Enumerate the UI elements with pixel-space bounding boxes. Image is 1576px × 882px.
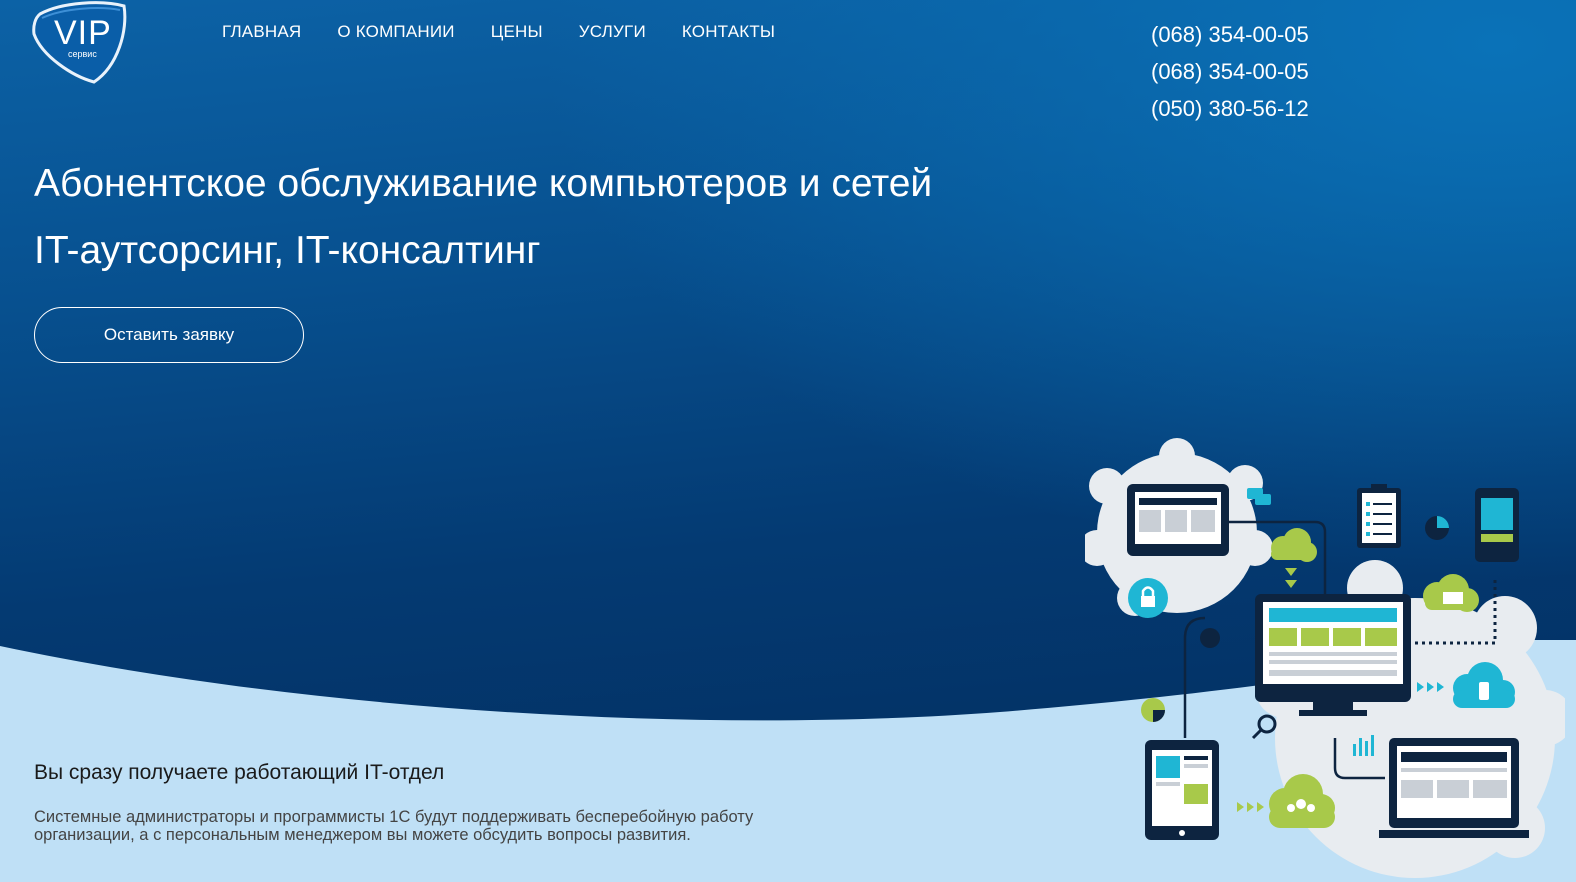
monitor-icon [1127, 484, 1229, 556]
mail-icon [1423, 574, 1479, 612]
clipboard-icon [1357, 484, 1401, 548]
chart-icon [1141, 698, 1165, 722]
laptop-icon [1379, 738, 1529, 838]
lock-icon [1128, 578, 1168, 618]
hero-title: Абонентское обслуживание компьютеров и с… [34, 162, 933, 205]
phone-number[interactable]: (068) 354-00-05 [1151, 57, 1309, 94]
phone-list: (068) 354-00-05 (068) 354-00-05 (050) 38… [1151, 20, 1309, 131]
phone-number[interactable]: (068) 354-00-05 [1151, 20, 1309, 57]
nav-link-contacts[interactable]: КОНТАКТЫ [682, 22, 775, 42]
phone-number[interactable]: (050) 380-56-12 [1151, 94, 1309, 131]
request-button[interactable]: Оставить заявку [34, 307, 304, 363]
nav-link-services[interactable]: УСЛУГИ [579, 22, 646, 42]
tablet-icon [1145, 740, 1219, 840]
benefit-text: Системные администраторы и программисты … [34, 808, 754, 844]
chart-icon [1425, 516, 1449, 540]
cloud-icon [1271, 528, 1317, 562]
monitor-icon [1255, 594, 1411, 716]
main-nav: ГЛАВНАЯ О КОМПАНИИ ЦЕНЫ УСЛУГИ КОНТАКТЫ [222, 22, 775, 42]
nav-link-about[interactable]: О КОМПАНИИ [337, 22, 454, 42]
hero-subtitle: IT-аутсорсинг, IT-консалтинг [34, 229, 541, 272]
nav-link-prices[interactable]: ЦЕНЫ [491, 22, 543, 42]
logo-subtext: сервис [68, 49, 97, 59]
it-network-illustration [1085, 438, 1565, 878]
nav-link-home[interactable]: ГЛАВНАЯ [222, 22, 301, 42]
benefit-title: Вы сразу получаете работающий IT-отдел [34, 761, 445, 784]
smartphone-icon [1475, 488, 1519, 562]
logo-text: VIP [54, 14, 112, 52]
magnifier-icon [1251, 714, 1277, 740]
